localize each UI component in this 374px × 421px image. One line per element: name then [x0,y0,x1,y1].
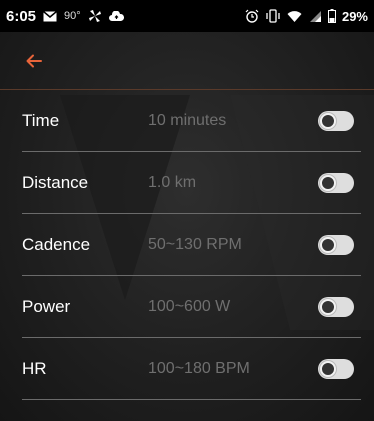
distance-toggle[interactable] [318,172,354,193]
hr-toggle[interactable] [318,358,354,379]
cadence-toggle[interactable] [318,234,354,255]
goal-settings-list: Time 10 minutes Distance 1.0 km Cadence … [0,90,374,400]
setting-value[interactable]: 100~180 BPM [148,360,318,378]
setting-label: Time [22,110,60,130]
back-button[interactable] [26,48,52,74]
status-bar: 6:05 90° 29% [0,0,374,32]
toggle-knob [320,360,336,377]
setting-row-hr: HR 100~180 BPM [22,338,361,400]
alarm-icon [245,9,259,23]
setting-label: HR [22,358,47,378]
app-bar [0,32,374,90]
setting-row-cadence: Cadence 50~130 RPM [22,214,361,276]
status-temperature: 90° [64,10,81,22]
toggle-knob [320,298,336,315]
setting-value[interactable]: 100~600 W [148,298,318,316]
setting-row-distance: Distance 1.0 km [22,152,361,214]
fan-icon [88,9,102,23]
toggle-knob [320,174,336,191]
battery-icon [327,9,336,23]
setting-row-power: Power 100~600 W [22,276,361,338]
arrow-left-icon [26,54,42,67]
toggle-knob [320,112,336,129]
setting-label: Cadence [22,234,91,254]
setting-value[interactable]: 10 minutes [148,112,318,130]
time-toggle[interactable] [318,110,354,131]
setting-value[interactable]: 50~130 RPM [148,236,318,254]
battery-percentage: 29% [341,8,368,24]
screen: 6:05 90° 29% Time 10 minutes Distance 1.… [0,0,374,421]
power-toggle[interactable] [318,296,354,317]
setting-row-time: Time 10 minutes [22,90,361,152]
setting-value[interactable]: 1.0 km [148,174,318,192]
status-time: 6:05 [6,7,37,25]
signal-icon [308,10,322,23]
mail-icon [43,10,58,22]
wifi-icon [287,10,302,23]
toggle-knob [320,236,336,253]
setting-label: Power [22,296,71,316]
setting-label: Distance [22,172,89,192]
vibrate-icon [265,9,281,23]
cloud-upload-icon [108,10,124,22]
